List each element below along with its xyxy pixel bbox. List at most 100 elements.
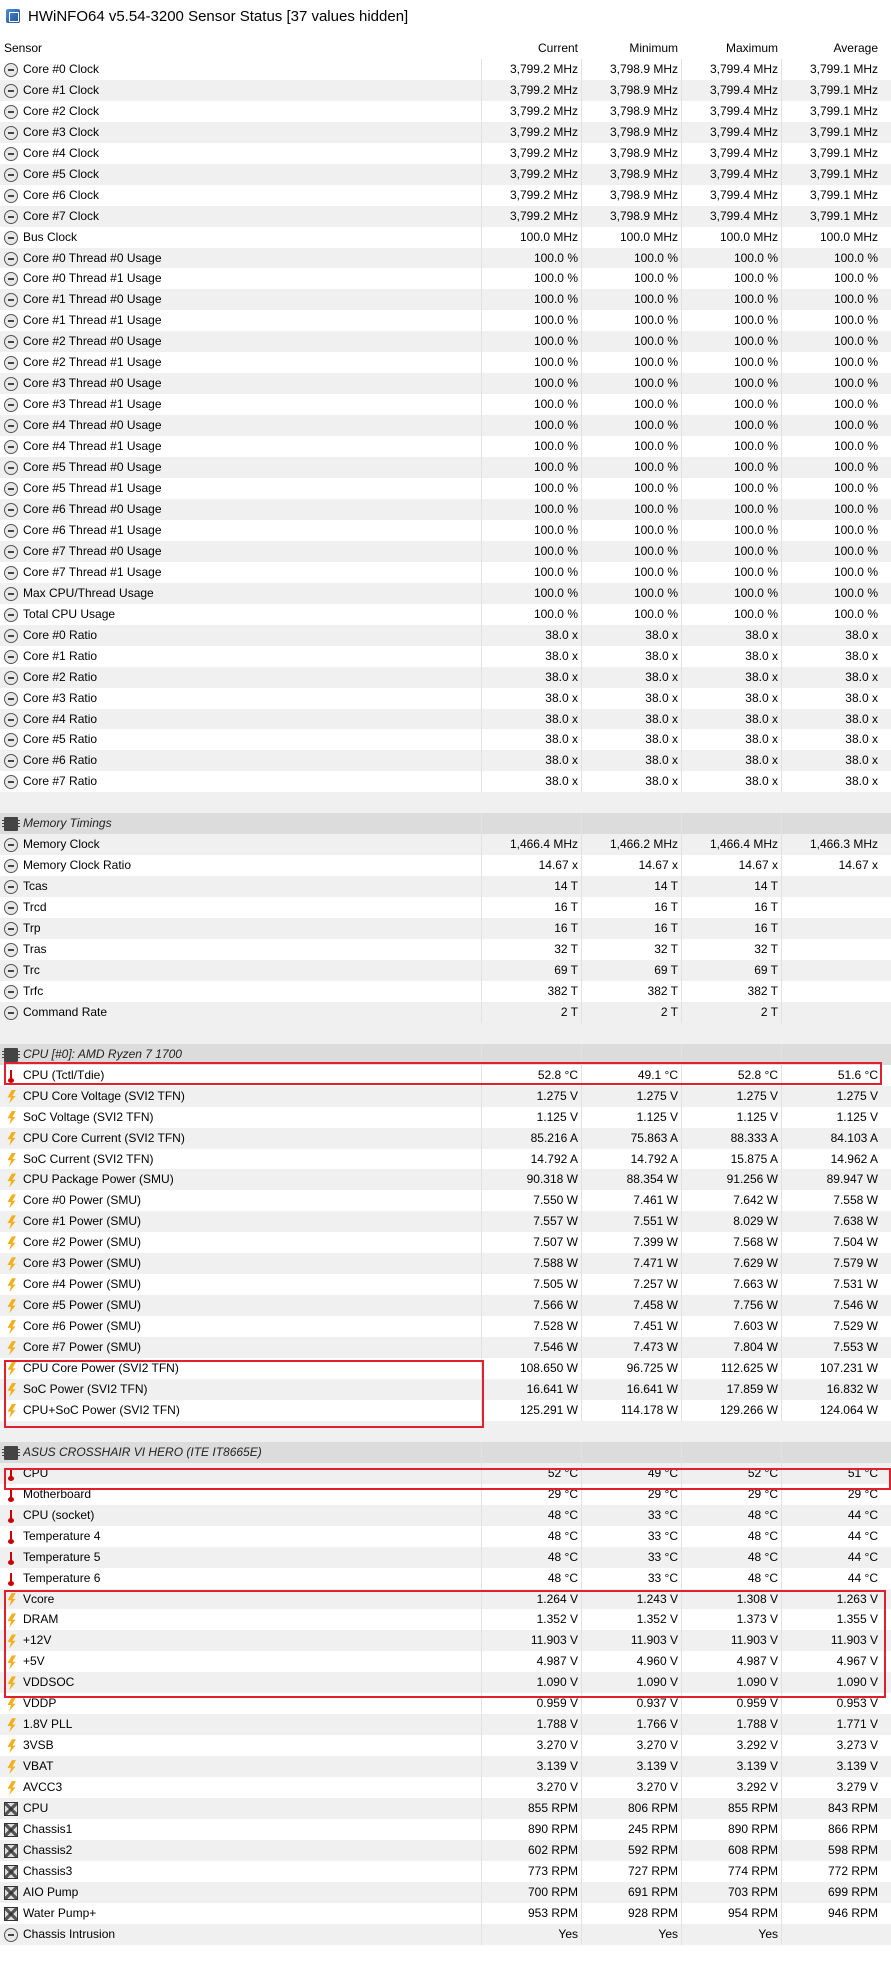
sensor-row[interactable]: Core #0 Power (SMU) 7.550 W 7.461 W 7.642 W… — [0, 1190, 891, 1212]
sensor-group-header[interactable]: ASUS CROSSHAIR VI HERO (ITE IT8665E) — [0, 1441, 891, 1463]
sensor-row[interactable]: Total CPU Usage 100.0 % 100.0 % 100.0 % 100.… — [0, 603, 891, 625]
sensor-row[interactable]: Core #6 Power (SMU) 7.528 W 7.451 W 7.603 W… — [0, 1316, 891, 1338]
sensor-name: Core #4 Clock — [23, 145, 100, 160]
sensor-row[interactable]: VDDP 0.959 V 0.937 V 0.959 V 0.953 V — [0, 1693, 891, 1715]
sensor-row[interactable]: VDDSOC 1.090 V 1.090 V 1.090 V 1.090 V — [0, 1672, 891, 1694]
sensor-row[interactable]: CPU Package Power (SMU) 90.318 W 88.354 W 9… — [0, 1169, 891, 1191]
sensor-row[interactable]: Trc 69 T 69 T 69 T — [0, 959, 891, 981]
sensor-row[interactable]: Core #3 Thread #1 Usage 100.0 % 100.0 % 100… — [0, 394, 891, 416]
sensor-row[interactable]: Core #4 Clock 3,799.2 MHz 3,798.9 MHz 3,799… — [0, 142, 891, 164]
sensor-row[interactable]: Chassis2 602 RPM 592 RPM 608 RPM 598 RPM — [0, 1839, 891, 1861]
sensor-row[interactable]: CPU (Tctl/Tdie) 52.8 °C 49.1 °C 52.8 °C 51.6… — [0, 1064, 891, 1086]
sensor-row[interactable]: Memory Clock 1,466.4 MHz 1,466.2 MHz 1,466.… — [0, 834, 891, 856]
value-maximum: 3,799.4 MHz — [709, 166, 778, 181]
sensor-row[interactable]: Bus Clock 100.0 MHz 100.0 MHz 100.0 MHz 100.… — [0, 226, 891, 248]
sensor-row[interactable]: Max CPU/Thread Usage 100.0 % 100.0 % 100.0 … — [0, 582, 891, 604]
sensor-row[interactable]: Core #6 Thread #1 Usage 100.0 % 100.0 % 100… — [0, 519, 891, 541]
column-header-sensor[interactable]: Sensor — [4, 38, 474, 59]
sensor-row[interactable]: Water Pump+ 953 RPM 928 RPM 954 RPM 946 RPM — [0, 1902, 891, 1924]
sensor-row[interactable]: AVCC3 3.270 V 3.270 V 3.292 V 3.279 V — [0, 1777, 891, 1799]
sensor-row[interactable]: Core #4 Power (SMU) 7.505 W 7.257 W 7.663 W… — [0, 1274, 891, 1296]
sensor-row[interactable]: Temperature 6 48 °C 33 °C 48 °C 44 °C — [0, 1567, 891, 1589]
value-maximum: 100.0 % — [733, 292, 778, 307]
sensor-row[interactable]: AIO Pump 700 RPM 691 RPM 703 RPM 699 RPM — [0, 1881, 891, 1903]
sensor-row[interactable]: Core #7 Thread #0 Usage 100.0 % 100.0 % 100… — [0, 540, 891, 562]
sensor-row[interactable]: Core #5 Thread #0 Usage 100.0 % 100.0 % 100… — [0, 457, 891, 479]
sensor-row[interactable]: Temperature 4 48 °C 33 °C 48 °C 44 °C — [0, 1525, 891, 1547]
sensor-row[interactable]: SoC Current (SVI2 TFN) 14.792 A 14.792 A 15… — [0, 1148, 891, 1170]
sensor-row[interactable]: Core #1 Thread #0 Usage 100.0 % 100.0 % 100… — [0, 289, 891, 311]
sensor-row[interactable]: +5V 4.987 V 4.960 V 4.987 V 4.967 V — [0, 1651, 891, 1673]
sensor-row[interactable]: Core #1 Ratio 38.0 x 38.0 x 38.0 x 38.0 x — [0, 645, 891, 667]
sensor-row[interactable]: Temperature 5 48 °C 33 °C 48 °C 44 °C — [0, 1546, 891, 1568]
sensor-row[interactable]: Core #6 Ratio 38.0 x 38.0 x 38.0 x 38.0 x — [0, 750, 891, 772]
sensor-row[interactable]: SoC Voltage (SVI2 TFN) 1.125 V 1.125 V 1.12… — [0, 1106, 891, 1128]
sensor-row[interactable]: Core #4 Thread #0 Usage 100.0 % 100.0 % 100… — [0, 415, 891, 437]
sensor-row[interactable]: Core #2 Thread #1 Usage 100.0 % 100.0 % 100… — [0, 352, 891, 374]
sensor-row[interactable]: Core #7 Ratio 38.0 x 38.0 x 38.0 x 38.0 x — [0, 771, 891, 793]
sensor-row[interactable]: Core #5 Ratio 38.0 x 38.0 x 38.0 x 38.0 x — [0, 729, 891, 751]
column-header-current[interactable]: Current — [482, 38, 582, 59]
sensor-row[interactable]: Core #7 Thread #1 Usage 100.0 % 100.0 % 100… — [0, 561, 891, 583]
sensor-row[interactable]: CPU 855 RPM 806 RPM 855 RPM 843 RPM — [0, 1798, 891, 1820]
clock-icon — [4, 733, 18, 748]
sensor-row[interactable]: Trp 16 T 16 T 16 T — [0, 918, 891, 939]
sensor-row[interactable]: CPU Core Current (SVI2 TFN) 85.216 A 75.86… — [0, 1127, 891, 1149]
sensor-row[interactable]: +12V 11.903 V 11.903 V 11.903 V 11.903 V — [0, 1630, 891, 1652]
sensor-row[interactable]: Chassis1 890 RPM 245 RPM 890 RPM 866 RPM — [0, 1819, 891, 1840]
sensor-row[interactable]: Core #0 Ratio 38.0 x 38.0 x 38.0 x 38.0 x — [0, 624, 891, 646]
sensor-row[interactable]: Core #2 Power (SMU) 7.507 W 7.399 W 7.568 W… — [0, 1232, 891, 1254]
sensor-row[interactable]: Tcas 14 T 14 T 14 T — [0, 876, 891, 898]
column-header-minimum[interactable]: Minimum — [582, 38, 682, 59]
sensor-row[interactable]: Core #3 Clock 3,799.2 MHz 3,798.9 MHz 3,799… — [0, 121, 891, 143]
sensor-row[interactable]: Core #3 Power (SMU) 7.588 W 7.471 W 7.629 W… — [0, 1253, 891, 1275]
sensor-row[interactable]: Trcd 16 T 16 T 16 T — [0, 897, 891, 919]
value-average: 100.0 % — [833, 397, 878, 412]
sensor-row[interactable]: Core #5 Power (SMU) 7.566 W 7.458 W 7.756 W… — [0, 1295, 891, 1317]
sensor-group-header[interactable]: Memory Timings — [0, 813, 891, 835]
column-divider — [681, 1441, 682, 1463]
sensor-row[interactable]: SoC Power (SVI2 TFN) 16.641 W 16.641 W 17.8… — [0, 1379, 891, 1400]
value-current: 100.0 % — [533, 418, 578, 433]
sensor-row[interactable]: Core #4 Ratio 38.0 x 38.0 x 38.0 x 38.0 x — [0, 708, 891, 730]
sensor-group-header[interactable]: CPU [#0]: AMD Ryzen 7 1700 — [0, 1043, 891, 1065]
sensor-row[interactable]: Core #1 Clock 3,799.2 MHz 3,798.9 MHz 3,799… — [0, 79, 891, 101]
sensor-row[interactable]: Core #5 Clock 3,799.2 MHz 3,798.9 MHz 3,799… — [0, 163, 891, 185]
sensor-row[interactable]: Trfc 382 T 382 T 382 T — [0, 980, 891, 1002]
sensor-row[interactable]: Core #5 Thread #1 Usage 100.0 % 100.0 % 100… — [0, 478, 891, 499]
column-header-maximum[interactable]: Maximum — [682, 38, 782, 59]
sensor-row[interactable]: Core #2 Ratio 38.0 x 38.0 x 38.0 x 38.0 x — [0, 666, 891, 688]
sensor-row[interactable]: Chassis3 773 RPM 727 RPM 774 RPM 772 RPM — [0, 1860, 891, 1882]
sensor-row[interactable]: Core #3 Ratio 38.0 x 38.0 x 38.0 x 38.0 x — [0, 687, 891, 709]
sensor-row[interactable]: Core #1 Thread #1 Usage 100.0 % 100.0 % 100… — [0, 310, 891, 332]
column-header-average[interactable]: Average — [782, 38, 882, 59]
sensor-row[interactable]: Memory Clock Ratio 14.67 x 14.67 x 14.67 x 1… — [0, 855, 891, 877]
sensor-row[interactable]: CPU Core Voltage (SVI2 TFN) 1.275 V 1.275 … — [0, 1085, 891, 1107]
sensor-row[interactable]: Motherboard 29 °C 29 °C 29 °C 29 °C — [0, 1483, 891, 1505]
sensor-row[interactable]: Command Rate 2 T 2 T 2 T — [0, 1001, 891, 1023]
sensor-row[interactable]: Core #7 Power (SMU) 7.546 W 7.473 W 7.804 W… — [0, 1337, 891, 1359]
sensor-row[interactable]: Core #2 Thread #0 Usage 100.0 % 100.0 % 100… — [0, 331, 891, 353]
sensor-row[interactable]: Chassis Intrusion Yes Yes Yes — [0, 1923, 891, 1945]
sensor-row[interactable]: DRAM 1.352 V 1.352 V 1.373 V 1.355 V — [0, 1609, 891, 1631]
sensor-row[interactable]: VBAT 3.139 V 3.139 V 3.139 V 3.139 V — [0, 1756, 891, 1778]
sensor-row[interactable]: Core #0 Thread #1 Usage 100.0 % 100.0 % 100… — [0, 268, 891, 290]
sensor-row[interactable]: Core #4 Thread #1 Usage 100.0 % 100.0 % 100… — [0, 436, 891, 458]
sensor-row[interactable]: CPU+SoC Power (SVI2 TFN) 125.291 W 114.178… — [0, 1399, 891, 1421]
sensor-row[interactable]: Core #6 Thread #0 Usage 100.0 % 100.0 % 100… — [0, 498, 891, 520]
sensor-row[interactable]: 1.8V PLL 1.788 V 1.766 V 1.788 V 1.771 V — [0, 1714, 891, 1736]
sensor-row[interactable]: Core #0 Clock 3,799.2 MHz 3,798.9 MHz 3,799… — [0, 58, 891, 80]
sensor-row[interactable]: CPU (socket) 48 °C 33 °C 48 °C 44 °C — [0, 1504, 891, 1526]
sensor-row[interactable]: CPU Core Power (SVI2 TFN) 108.650 W 96.725… — [0, 1358, 891, 1379]
sensor-row[interactable]: Tras 32 T 32 T 32 T — [0, 938, 891, 960]
sensor-row[interactable]: Core #1 Power (SMU) 7.557 W 7.551 W 8.029 W… — [0, 1211, 891, 1233]
sensor-row[interactable]: Core #3 Thread #0 Usage 100.0 % 100.0 % 100… — [0, 373, 891, 395]
sensor-row[interactable]: Core #7 Clock 3,799.2 MHz 3,798.9 MHz 3,799… — [0, 205, 891, 227]
sensor-row[interactable]: Core #2 Clock 3,799.2 MHz 3,798.9 MHz 3,799… — [0, 100, 891, 122]
sensor-row[interactable]: CPU 52 °C 49 °C 52 °C 51 °C — [0, 1462, 891, 1484]
sensor-row[interactable]: Vcore 1.264 V 1.243 V 1.308 V 1.263 V — [0, 1588, 891, 1610]
sensor-row[interactable]: 3VSB 3.270 V 3.270 V 3.292 V 3.273 V — [0, 1735, 891, 1757]
sensor-row[interactable]: Core #0 Thread #0 Usage 100.0 % 100.0 % 100… — [0, 247, 891, 269]
sensor-row[interactable]: Core #6 Clock 3,799.2 MHz 3,798.9 MHz 3,799… — [0, 184, 891, 206]
hwinfo-app-icon — [6, 9, 20, 23]
